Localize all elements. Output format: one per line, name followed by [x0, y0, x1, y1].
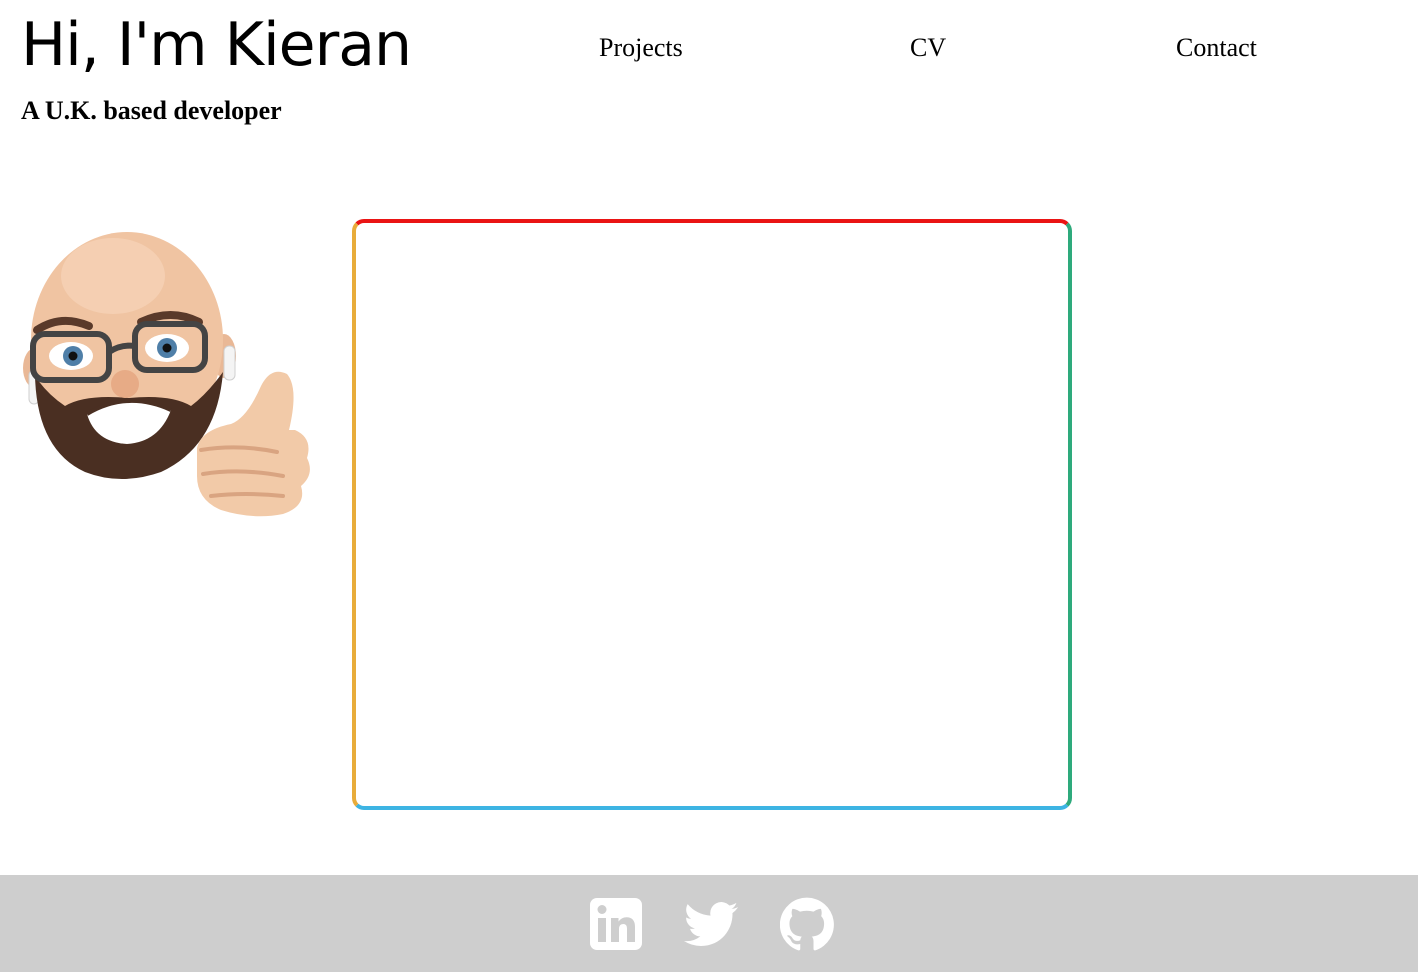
github-icon[interactable] — [780, 897, 834, 951]
nav-link-cv[interactable]: CV — [910, 31, 946, 65]
site-tagline: A U.K. based developer — [21, 96, 282, 125]
twitter-icon[interactable] — [684, 897, 738, 951]
footer — [0, 875, 1418, 972]
nav-link-projects[interactable]: Projects — [599, 31, 683, 65]
avatar-image — [21, 218, 317, 524]
linkedin-icon[interactable] — [589, 897, 643, 951]
content-frame — [352, 219, 1072, 810]
site-title: Hi, I'm Kieran — [21, 10, 412, 80]
nav-link-contact[interactable]: Contact — [1176, 31, 1257, 65]
